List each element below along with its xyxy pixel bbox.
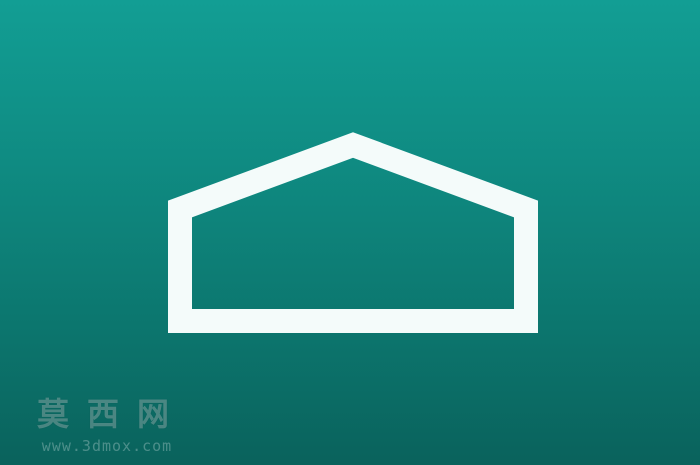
home-outline-icon <box>160 125 550 345</box>
home-button[interactable] <box>0 0 700 465</box>
home-tile: 莫西网 www.3dmox.com <box>0 0 700 465</box>
